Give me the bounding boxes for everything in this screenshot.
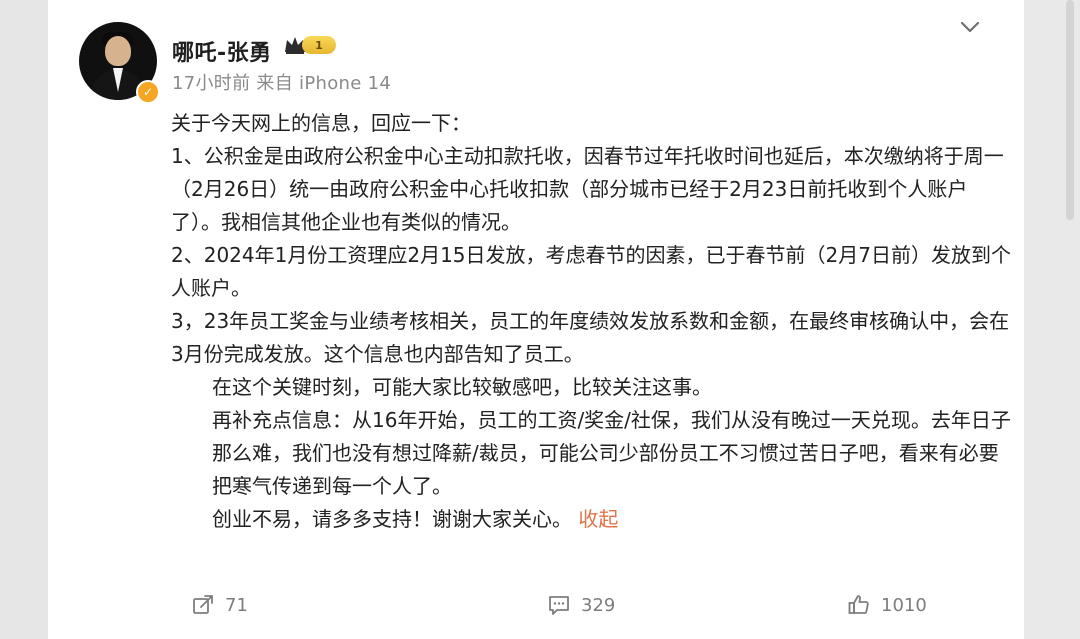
- verified-icon: ✓: [136, 80, 160, 104]
- share-count: 71: [225, 594, 248, 616]
- like-count: 1010: [881, 594, 927, 616]
- post-paragraph: 1、公积金是由政府公积金中心主动扣款托收，因春节过年托收时间也延后，本次缴纳将于…: [171, 144, 1004, 234]
- level-badge: 1: [302, 36, 336, 54]
- app-window: ✓ 哪吒-张勇 1 17小时前 来自 iPhone 14 关于今天网上的信息，回…: [0, 0, 1080, 639]
- post-actions: 71 329 1010: [191, 593, 1021, 629]
- post-author-name[interactable]: 哪吒-张勇: [172, 35, 272, 67]
- post-paragraph: 再补充点信息：从16年开始，员工的工资/奖金/社保，我们从没有晚过一天兑现。去年…: [212, 408, 1011, 498]
- post-card: ✓ 哪吒-张勇 1 17小时前 来自 iPhone 14 关于今天网上的信息，回…: [48, 0, 1024, 639]
- post-paragraph-text: 创业不易，请多多支持！谢谢大家关心。: [212, 507, 572, 531]
- comment-action[interactable]: 329: [547, 593, 615, 617]
- post-paragraph: 在这个关键时刻，可能大家比较敏感吧，比较关注这事。: [212, 375, 712, 399]
- like-icon: [848, 595, 869, 614]
- collapse-link[interactable]: 收起: [578, 507, 618, 531]
- post-meta: 17小时前 来自 iPhone 14: [172, 73, 392, 94]
- comment-count: 329: [581, 594, 616, 616]
- share-icon: [193, 595, 213, 614]
- share-action[interactable]: 71: [191, 593, 248, 617]
- page-edge: [1024, 0, 1080, 639]
- avatar-face: [105, 36, 131, 66]
- scrollbar[interactable]: [1066, 0, 1074, 220]
- post-paragraph: 2、2024年1月份工资理应2月15日发放，考虑春节的因素，已于春节前（2月7日…: [171, 243, 1011, 300]
- post-content: 关于今天网上的信息，回应一下： 1、公积金是由政府公积金中心主动扣款托收，因春节…: [171, 107, 1011, 536]
- chevron-down-icon[interactable]: [960, 20, 980, 34]
- post-paragraph-last: 创业不易，请多多支持！谢谢大家关心。 收起: [171, 503, 1011, 536]
- post-paragraph: 关于今天网上的信息，回应一下：: [171, 111, 471, 135]
- comment-icon: [549, 596, 569, 615]
- post-paragraph: 3，23年员工奖金与业绩考核相关，员工的年度绩效发放系数和金额，在最终审核确认中…: [171, 309, 1010, 366]
- like-action[interactable]: 1010: [847, 593, 927, 617]
